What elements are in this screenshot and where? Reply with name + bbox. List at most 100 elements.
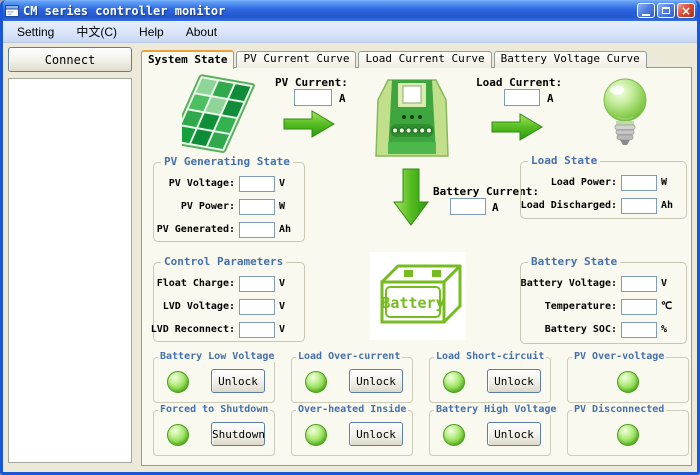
alarm-battery-high-voltage: Battery High Voltage Unlock: [429, 410, 551, 456]
app-window: CM series controller monitor × Setting 中…: [0, 0, 700, 475]
float-charge-label: Float Charge:: [157, 278, 235, 289]
menu-help[interactable]: Help: [128, 22, 175, 42]
load-discharged-unit: Ah: [661, 200, 680, 211]
menu-about[interactable]: About: [175, 22, 228, 42]
maximize-button[interactable]: [657, 3, 675, 18]
close-button[interactable]: ×: [677, 3, 695, 18]
tab-system-state[interactable]: System State: [141, 50, 234, 69]
alarm-pv-disconnected: PV Disconnected: [567, 410, 689, 456]
light-bulb-icon: [596, 77, 654, 149]
minimize-button[interactable]: [637, 3, 655, 18]
battery-state-group: Battery State Battery Voltage: V Tempera…: [520, 262, 687, 344]
battery-soc-label: Battery SOC:: [545, 324, 617, 335]
control-parameters-group: Control Parameters Float Charge: V LVD V…: [153, 262, 305, 342]
field-row: LVD Voltage: V: [154, 295, 304, 318]
pv-current-input[interactable]: [294, 89, 332, 106]
status-led: [305, 424, 327, 446]
pv-voltage-input[interactable]: [239, 176, 275, 192]
alarm-title: PV Disconnected: [572, 404, 666, 415]
arrow-down-icon: [392, 168, 430, 228]
alarm-title: Load Over-current: [296, 351, 402, 362]
tabstrip: System State PV Current Curve Load Curre…: [141, 49, 649, 68]
tab-pv-current-curve[interactable]: PV Current Curve: [236, 51, 356, 68]
load-discharged-input[interactable]: [621, 198, 657, 214]
system-state-panel: PV Current: A Load Current: A: [141, 67, 692, 466]
alarm-forced-to-shutdown: Forced to Shutdown Shutdown: [153, 410, 275, 456]
pv-power-input[interactable]: [239, 199, 275, 215]
menu-chinese[interactable]: 中文(C): [65, 20, 128, 43]
unlock-button[interactable]: Unlock: [487, 369, 541, 393]
battery-soc-input[interactable]: [621, 322, 657, 338]
lvd-voltage-input[interactable]: [239, 299, 275, 315]
status-led: [617, 371, 639, 393]
load-power-input[interactable]: [621, 175, 657, 191]
lvd-reconnect-input[interactable]: [239, 322, 275, 338]
field-row: PV Power: W: [154, 195, 304, 218]
group-title: Control Parameters: [161, 255, 286, 268]
load-power-unit: W: [661, 177, 680, 188]
temperature-input[interactable]: [621, 299, 657, 315]
alarm-title: Over-heated Inside: [296, 404, 408, 415]
float-charge-unit: V: [279, 278, 298, 289]
load-current-input[interactable]: [504, 89, 540, 106]
device-list[interactable]: [8, 78, 132, 463]
alarm-title: Battery Low Voltage: [158, 351, 276, 362]
status-led: [167, 424, 189, 446]
alarm-pv-over-voltage: PV Over-voltage: [567, 357, 689, 403]
tab-load-current-curve[interactable]: Load Current Curve: [358, 51, 491, 68]
battery-voltage-label: Battery Voltage:: [521, 278, 617, 289]
field-row: PV Generated: Ah: [154, 218, 304, 241]
pv-voltage-unit: V: [279, 178, 298, 189]
alarm-load-over-current: Load Over-current Unlock: [291, 357, 413, 403]
titlebar[interactable]: CM series controller monitor ×: [0, 0, 700, 21]
battery-current-input[interactable]: [450, 198, 486, 215]
temperature-unit: ℃: [661, 301, 680, 312]
window-title: CM series controller monitor: [23, 4, 635, 18]
group-title: Battery State: [528, 255, 620, 268]
pv-power-label: PV Power:: [181, 201, 235, 212]
shutdown-button[interactable]: Shutdown: [211, 422, 265, 446]
alarm-title: PV Over-voltage: [572, 351, 666, 362]
battery-icon-text: Battery: [381, 294, 444, 312]
pv-power-unit: W: [279, 201, 298, 212]
pv-generated-input[interactable]: [239, 222, 275, 238]
lvd-reconnect-label: LVD Reconnect:: [151, 324, 235, 335]
battery-voltage-unit: V: [661, 278, 680, 289]
minimize-icon: [642, 14, 650, 16]
battery-icon-svg: Battery: [372, 256, 464, 336]
field-row: PV Voltage: V: [154, 172, 304, 195]
load-current-label: Load Current:: [476, 76, 562, 89]
menubar: Setting 中文(C) Help About: [0, 21, 700, 43]
solar-panel-icon: [182, 74, 256, 158]
status-led: [443, 371, 465, 393]
tab-battery-voltage-curve[interactable]: Battery Voltage Curve: [494, 51, 647, 68]
maximize-icon: [662, 7, 670, 14]
unlock-button[interactable]: Unlock: [487, 422, 541, 446]
lvd-voltage-unit: V: [279, 301, 298, 312]
unlock-button[interactable]: Unlock: [349, 369, 403, 393]
lvd-reconnect-unit: V: [279, 324, 298, 335]
load-state-group: Load State Load Power: W Load Discharged…: [520, 161, 687, 219]
field-row: LVD Reconnect: V: [154, 318, 304, 341]
field-row: Temperature: ℃: [521, 295, 686, 318]
arrow-right-icon: [283, 109, 337, 139]
group-title: Load State: [528, 154, 600, 167]
unlock-button[interactable]: Unlock: [211, 369, 265, 393]
connect-button[interactable]: Connect: [8, 47, 132, 72]
alarm-over-heated-inside: Over-heated Inside Unlock: [291, 410, 413, 456]
pv-current-label: PV Current:: [275, 76, 348, 89]
alarm-load-short-circuit: Load Short-circuit Unlock: [429, 357, 551, 403]
field-row: Load Power: W: [521, 171, 686, 194]
float-charge-input[interactable]: [239, 276, 275, 292]
alarm-title: Load Short-circuit: [434, 351, 546, 362]
alarm-battery-low-voltage: Battery Low Voltage Unlock: [153, 357, 275, 403]
battery-icon: Battery: [370, 252, 466, 340]
pv-generated-label: PV Generated:: [157, 224, 235, 235]
status-led: [305, 371, 327, 393]
alarm-title: Forced to Shutdown: [158, 404, 270, 415]
pv-generating-state-group: PV Generating State PV Voltage: V PV Pow…: [153, 162, 305, 242]
unlock-button[interactable]: Unlock: [349, 422, 403, 446]
menu-setting[interactable]: Setting: [6, 22, 65, 42]
load-power-label: Load Power:: [551, 177, 617, 188]
battery-voltage-input[interactable]: [621, 276, 657, 292]
